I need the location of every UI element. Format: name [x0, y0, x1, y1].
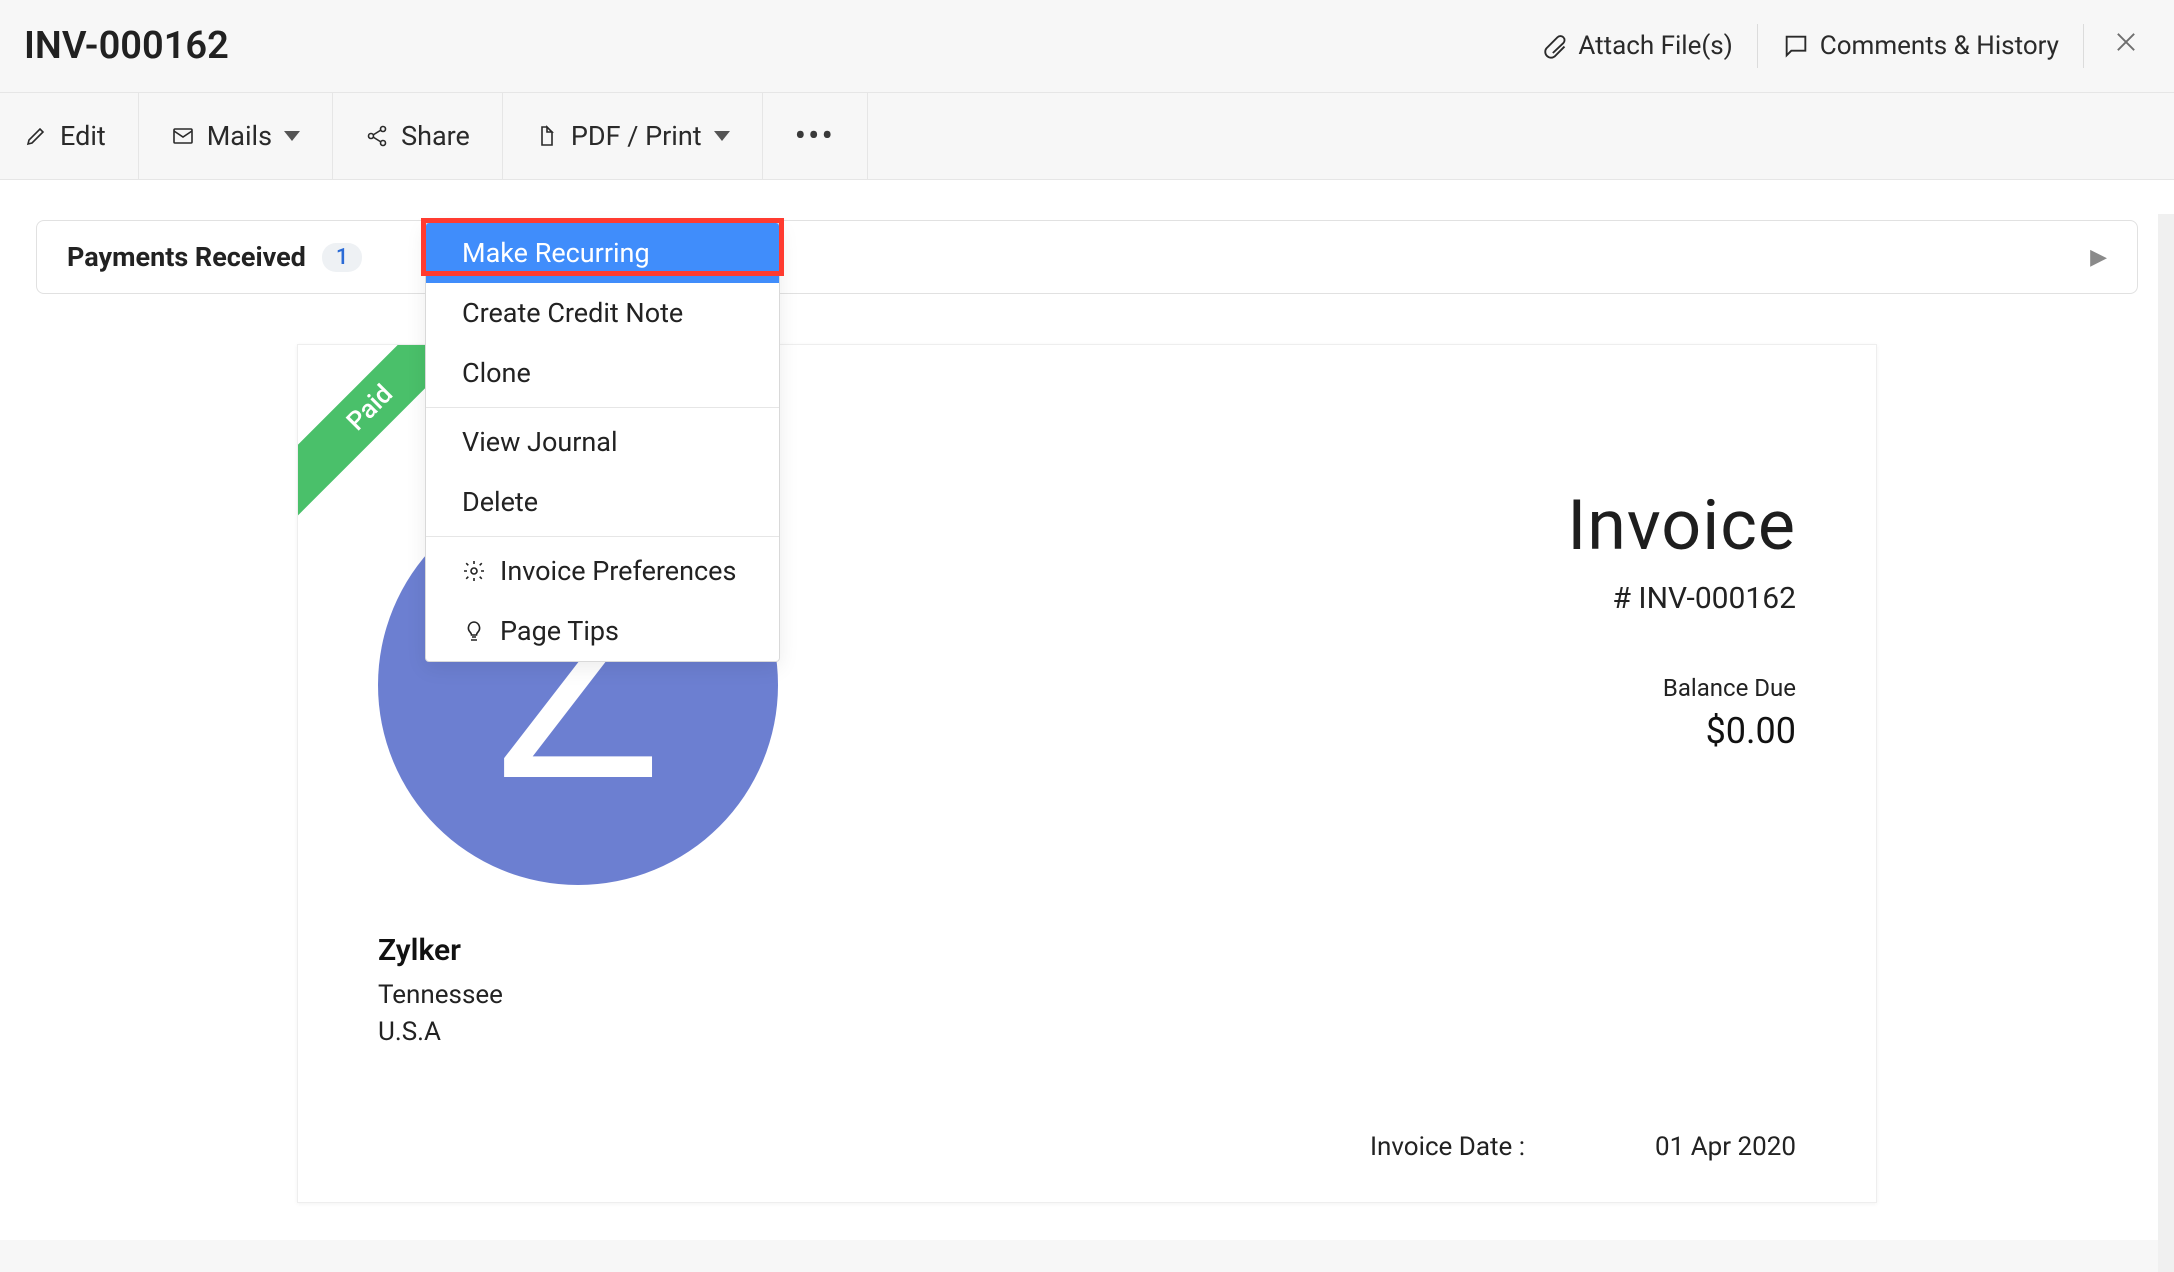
gear-icon: [462, 559, 486, 583]
chevron-down-icon: [714, 131, 730, 141]
content-area: Payments Received 1 ▶ Paid Z Zylker Tenn…: [0, 180, 2174, 1240]
scrollbar[interactable]: [2158, 214, 2174, 1272]
pencil-icon: [24, 124, 48, 148]
menu-make-recurring[interactable]: Make Recurring: [426, 223, 779, 283]
attach-files-button[interactable]: Attach File(s): [1540, 31, 1732, 61]
more-dots-icon: •••: [795, 116, 835, 156]
chevron-down-icon: [284, 131, 300, 141]
close-icon: [2112, 28, 2140, 56]
pdf-print-dropdown[interactable]: PDF / Print: [503, 93, 763, 179]
menu-view-journal[interactable]: View Journal: [426, 412, 779, 472]
invoice-right-column: Invoice # INV-000162 Balance Due $0.00: [1567, 465, 1796, 752]
menu-create-credit-note[interactable]: Create Credit Note: [426, 283, 779, 343]
page-title: INV-000162: [24, 24, 229, 68]
share-label: Share: [401, 120, 470, 152]
menu-item-label: Page Tips: [500, 615, 619, 647]
pdf-print-label: PDF / Print: [571, 120, 702, 152]
balance-due-value: $0.00: [1567, 710, 1796, 752]
mails-label: Mails: [207, 120, 272, 152]
menu-item-label: Delete: [462, 486, 538, 518]
menu-page-tips[interactable]: Page Tips: [426, 601, 779, 661]
share-icon: [365, 124, 389, 148]
edit-label: Edit: [60, 120, 106, 152]
company-address: Zylker Tennessee U.S.A: [378, 929, 778, 1052]
more-actions-menu: Make Recurring Create Credit Note Clone …: [425, 222, 780, 662]
mail-icon: [171, 124, 195, 148]
payments-received-bar[interactable]: Payments Received 1 ▶: [36, 220, 2138, 294]
page-header: INV-000162 Attach File(s) Comments & His…: [0, 0, 2174, 92]
menu-divider: [426, 536, 779, 537]
menu-item-label: Create Credit Note: [462, 297, 683, 329]
menu-divider: [426, 407, 779, 408]
chevron-right-icon: ▶: [2090, 245, 2107, 270]
paperclip-icon: [1540, 32, 1568, 60]
invoice-date-value: 01 Apr 2020: [1655, 1132, 1796, 1162]
comments-history-button[interactable]: Comments & History: [1782, 31, 2059, 61]
mails-dropdown[interactable]: Mails: [139, 93, 333, 179]
balance-due-label: Balance Due: [1567, 674, 1796, 702]
company-state: Tennessee: [378, 977, 778, 1015]
menu-delete[interactable]: Delete: [426, 472, 779, 532]
payments-label: Payments Received: [67, 241, 306, 273]
edit-button[interactable]: Edit: [0, 93, 139, 179]
share-button[interactable]: Share: [333, 93, 503, 179]
close-button[interactable]: [2108, 28, 2144, 64]
toolbar: Edit Mails Share PDF / Print •••: [0, 92, 2174, 180]
lightbulb-icon: [462, 619, 486, 643]
menu-clone[interactable]: Clone: [426, 343, 779, 403]
attach-files-label: Attach File(s): [1578, 31, 1732, 61]
comment-icon: [1782, 32, 1810, 60]
menu-item-label: Clone: [462, 357, 531, 389]
menu-item-label: View Journal: [462, 426, 618, 458]
invoice-date-label: Invoice Date :: [1370, 1132, 1525, 1162]
document-title: Invoice: [1567, 485, 1796, 567]
menu-item-label: Make Recurring: [462, 237, 650, 269]
menu-invoice-preferences[interactable]: Invoice Preferences: [426, 541, 779, 601]
payments-count-badge: 1: [322, 243, 363, 272]
document-number: # INV-000162: [1567, 581, 1796, 616]
payments-left: Payments Received 1: [67, 241, 362, 273]
menu-item-label: Invoice Preferences: [500, 555, 736, 587]
header-actions: Attach File(s) Comments & History: [1540, 24, 2144, 68]
divider: [1757, 24, 1758, 68]
pdf-icon: [535, 124, 559, 148]
company-country: U.S.A: [378, 1014, 778, 1052]
company-name: Zylker: [378, 929, 778, 973]
invoice-date-row: Invoice Date : 01 Apr 2020: [378, 1132, 1796, 1162]
comments-history-label: Comments & History: [1820, 31, 2059, 61]
more-actions-button[interactable]: •••: [763, 93, 868, 179]
divider: [2083, 24, 2084, 68]
